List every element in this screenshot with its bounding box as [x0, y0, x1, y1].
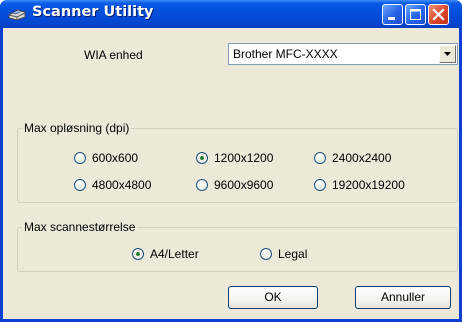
device-dropdown[interactable]: Brother MFC-XXXX	[228, 43, 458, 65]
scan-size-legend: Max scannestørrelse	[22, 220, 138, 234]
dropdown-arrow-button[interactable]	[439, 45, 456, 63]
radio-button-icon	[314, 152, 326, 164]
minimize-icon	[388, 17, 395, 20]
resolution-option-label: 9600x9600	[214, 178, 274, 192]
scanner-utility-window: Scanner Utility WIA enhed Brother MFC-XX…	[0, 0, 462, 322]
window-title: Scanner Utility	[32, 4, 154, 20]
radio-button-icon	[196, 179, 208, 191]
scan-size-option-label: Legal	[278, 247, 308, 261]
title-bar[interactable]: Scanner Utility	[0, 0, 462, 28]
radio-button-icon	[196, 152, 208, 164]
resolution-option-label: 600x600	[92, 151, 139, 165]
close-button[interactable]	[428, 4, 449, 25]
cancel-button[interactable]: Annuller	[355, 286, 451, 309]
device-label: WIA enhed	[84, 48, 143, 62]
scanner-app-icon	[8, 9, 26, 21]
close-icon	[432, 8, 445, 21]
chevron-down-icon	[444, 52, 451, 56]
radio-button-icon	[132, 248, 144, 260]
resolution-option-label: 4800x4800	[92, 178, 152, 192]
minimize-button[interactable]	[382, 4, 403, 25]
resolution-option-label: 2400x2400	[332, 151, 392, 165]
radio-button-icon	[74, 179, 86, 191]
scan-size-option-label: A4/Letter	[150, 247, 199, 261]
resolution-option-label: 1200x1200	[214, 151, 274, 165]
device-selected-value: Brother MFC-XXXX	[233, 47, 338, 61]
radio-button-icon	[260, 248, 272, 260]
ok-button[interactable]: OK	[228, 286, 318, 309]
radio-button-icon	[314, 179, 326, 191]
maximize-button[interactable]	[405, 4, 426, 25]
resolution-legend: Max opløsning (dpi)	[22, 121, 132, 135]
radio-button-icon	[74, 152, 86, 164]
resolution-option-label: 19200x19200	[332, 178, 405, 192]
scan-size-group: Max scannestørrelse	[17, 220, 458, 272]
maximize-icon	[410, 9, 421, 20]
